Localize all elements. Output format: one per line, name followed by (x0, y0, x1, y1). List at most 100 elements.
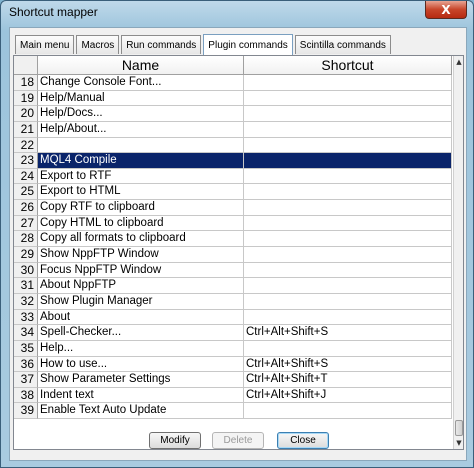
row-number: 35 (14, 340, 38, 357)
shortcut-cell[interactable] (244, 340, 452, 357)
table-row[interactable]: 25 Export to HTML (14, 184, 454, 201)
table-row[interactable]: 20 Help/Docs... (14, 106, 454, 122)
shortcut-cell[interactable] (244, 90, 452, 107)
shortcut-cell[interactable] (244, 403, 452, 420)
command-name-cell[interactable]: Copy RTF to clipboard (38, 200, 244, 216)
table-row[interactable]: 38 Indent text Ctrl+Alt+Shift+J (14, 387, 454, 404)
table-row[interactable]: 19 Help/Manual (14, 90, 454, 107)
close-button[interactable]: Close (277, 432, 329, 449)
shortcut-cell[interactable] (244, 247, 452, 263)
command-name-cell[interactable]: Indent text (38, 387, 244, 404)
table-row[interactable]: 29 Show NppFTP Window (14, 247, 454, 263)
tab-macros[interactable]: Macros (76, 35, 120, 54)
window-close-button[interactable]: X (425, 1, 467, 19)
row-number: 23 (14, 153, 38, 169)
table-row[interactable]: 26 Copy RTF to clipboard (14, 200, 454, 216)
shortcut-cell[interactable] (244, 309, 452, 326)
shortcut-cell[interactable] (244, 75, 452, 91)
table-row[interactable]: 24 Export to RTF (14, 168, 454, 185)
command-name-cell[interactable]: Change Console Font... (38, 75, 244, 91)
shortcut-cell[interactable]: Ctrl+Alt+Shift+J (244, 387, 452, 404)
window-title: Shortcut mapper (9, 5, 98, 19)
shortcut-cell[interactable] (244, 262, 452, 279)
table-row[interactable]: 23 MQL4 Compile (14, 153, 454, 169)
shortcut-mapper-window: Shortcut mapper X Main menu Macros Run c… (0, 0, 474, 468)
table-row[interactable]: 31 About NppFTP (14, 278, 454, 294)
shortcut-cell[interactable] (244, 278, 452, 294)
close-icon: X (441, 2, 451, 17)
grid-header: Name Shortcut (14, 56, 454, 75)
shortcut-cell[interactable] (244, 231, 452, 248)
table-row[interactable]: 30 Focus NppFTP Window (14, 262, 454, 279)
table-row[interactable]: 35 Help... (14, 340, 454, 357)
command-name-cell[interactable]: Show NppFTP Window (38, 247, 244, 263)
row-number: 34 (14, 325, 38, 341)
column-header-name[interactable]: Name (38, 56, 244, 75)
command-name-cell[interactable]: Copy all formats to clipboard (38, 231, 244, 248)
shortcut-cell[interactable] (244, 215, 452, 232)
shortcut-cell[interactable] (244, 200, 452, 216)
table-row[interactable]: 36 How to use... Ctrl+Alt+Shift+S (14, 356, 454, 373)
table-row[interactable]: 28 Copy all formats to clipboard (14, 231, 454, 248)
shortcut-cell[interactable] (244, 137, 452, 154)
shortcut-cell[interactable] (244, 168, 452, 185)
tab-main-menu[interactable]: Main menu (15, 35, 75, 54)
row-number: 18 (14, 75, 38, 91)
command-name-cell[interactable]: Export to RTF (38, 168, 244, 185)
row-number: 22 (14, 137, 38, 154)
row-number: 28 (14, 231, 38, 248)
shortcut-grid[interactable]: Name Shortcut 18 Change Console Font... 19… (13, 55, 464, 450)
row-number: 36 (14, 356, 38, 373)
table-row[interactable]: 32 Show Plugin Manager (14, 293, 454, 310)
command-name-cell[interactable]: Help/About... (38, 121, 244, 138)
row-number: 30 (14, 262, 38, 279)
table-row[interactable]: 37 Show Parameter Settings Ctrl+Alt+Shift+… (14, 372, 454, 388)
row-number: 37 (14, 372, 38, 388)
shortcut-cell[interactable]: Ctrl+Alt+Shift+S (244, 356, 452, 373)
shortcut-cell[interactable] (244, 153, 452, 169)
tab-scintilla-commands[interactable]: Scintilla commands (294, 35, 391, 54)
tab-strip: Main menu Macros Run commands Plugin com… (15, 32, 393, 55)
command-name-cell[interactable]: Help/Manual (38, 90, 244, 107)
shortcut-cell[interactable]: Ctrl+Alt+Shift+T (244, 372, 452, 388)
command-name-cell[interactable]: How to use... (38, 356, 244, 373)
shortcut-cell[interactable] (244, 293, 452, 310)
table-row[interactable]: 21 Help/About... (14, 121, 454, 138)
table-row[interactable]: 22 (14, 137, 454, 154)
table-row[interactable]: 33 About (14, 309, 454, 326)
command-name-cell[interactable]: Focus NppFTP Window (38, 262, 244, 279)
command-name-cell[interactable]: Copy HTML to clipboard (38, 215, 244, 232)
command-name-cell[interactable]: MQL4 Compile (38, 153, 244, 169)
column-header-shortcut[interactable]: Shortcut (244, 56, 452, 75)
command-name-cell[interactable]: Show Parameter Settings (38, 372, 244, 388)
title-bar[interactable]: Shortcut mapper X (1, 1, 473, 25)
command-name-cell[interactable] (38, 137, 244, 154)
shortcut-cell[interactable]: Ctrl+Alt+Shift+S (244, 325, 452, 341)
row-number: 26 (14, 200, 38, 216)
vertical-scrollbar[interactable]: ▲ ▼ (453, 56, 463, 449)
scroll-up-icon[interactable]: ▲ (454, 56, 463, 68)
command-name-cell[interactable]: About NppFTP (38, 278, 244, 294)
command-name-cell[interactable]: Show Plugin Manager (38, 293, 244, 310)
modify-button[interactable]: Modify (149, 432, 201, 449)
row-number: 21 (14, 121, 38, 138)
command-name-cell[interactable]: About (38, 309, 244, 326)
shortcut-cell[interactable] (244, 184, 452, 201)
command-name-cell[interactable]: Help/Docs... (38, 106, 244, 122)
command-name-cell[interactable]: Export to HTML (38, 184, 244, 201)
table-row[interactable]: 18 Change Console Font... (14, 75, 454, 91)
tab-plugin-commands[interactable]: Plugin commands (203, 34, 293, 55)
tab-run-commands[interactable]: Run commands (121, 35, 202, 54)
command-name-cell[interactable]: Help... (38, 340, 244, 357)
dialog-client-area: Main menu Macros Run commands Plugin com… (9, 27, 467, 461)
table-row[interactable]: 39 Enable Text Auto Update (14, 403, 454, 420)
table-row[interactable]: 34 Spell-Checker... Ctrl+Alt+Shift+S (14, 325, 454, 341)
delete-button[interactable]: Delete (212, 432, 264, 449)
command-name-cell[interactable]: Spell-Checker... (38, 325, 244, 341)
shortcut-cell[interactable] (244, 106, 452, 122)
row-number: 20 (14, 106, 38, 122)
row-number: 24 (14, 168, 38, 185)
command-name-cell[interactable]: Enable Text Auto Update (38, 403, 244, 420)
shortcut-cell[interactable] (244, 121, 452, 138)
table-row[interactable]: 27 Copy HTML to clipboard (14, 215, 454, 232)
